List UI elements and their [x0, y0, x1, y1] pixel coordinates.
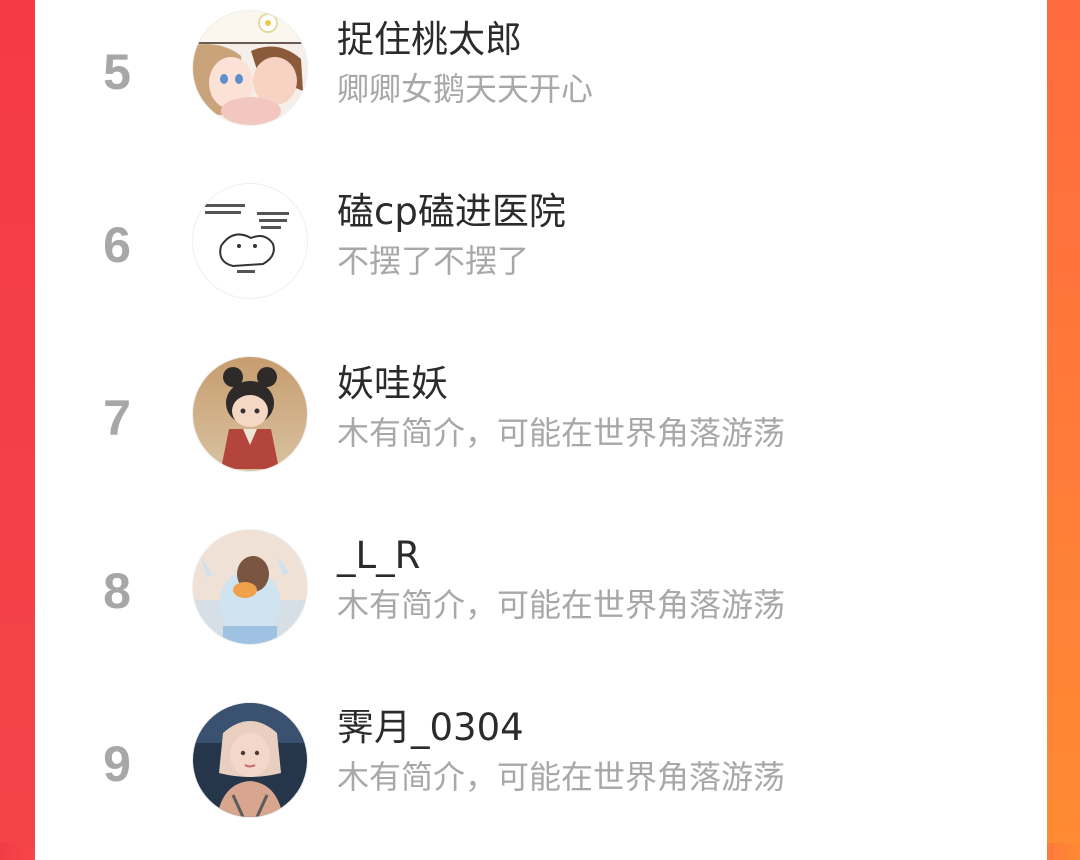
rank-number: 8: [103, 563, 131, 619]
rank-number: 7: [103, 390, 131, 446]
user-bio: 木有简介，可能在世界角落游荡: [337, 586, 786, 624]
cartoon-girl-avatar-icon[interactable]: [193, 357, 307, 471]
ranking-row[interactable]: 7 妖哇妖 木有简介，可能在世界角落游荡: [35, 344, 1047, 516]
rank-number: 6: [103, 217, 131, 273]
ranking-row[interactable]: 6 磕cp磕进医院 不摆了不摆了: [35, 172, 1047, 344]
user-name: 磕cp磕进医院: [337, 190, 566, 233]
rank-number: 9: [103, 736, 131, 792]
rank-number: 5: [103, 44, 131, 100]
user-bio: 木有简介，可能在世界角落游荡: [337, 414, 786, 452]
portrait-photo-avatar-icon[interactable]: [193, 703, 307, 817]
user-name: 霁月_0304: [337, 706, 524, 749]
ranking-row[interactable]: 8 _L_R 木有简介，可能在世界角落游荡: [35, 516, 1047, 688]
anime-couple-avatar-icon[interactable]: [193, 11, 307, 125]
right-gradient-border: [1047, 0, 1080, 843]
meme-bear-avatar-icon[interactable]: [193, 184, 307, 298]
user-bio: 木有简介，可能在世界角落游荡: [337, 758, 786, 796]
user-name: 捉住桃太郎: [337, 18, 522, 61]
user-name: _L_R: [337, 534, 421, 577]
user-bio: 不摆了不摆了: [337, 242, 530, 280]
duck-plush-avatar-icon[interactable]: [193, 530, 307, 644]
ranking-row[interactable]: 5 捉住桃太郎 卿卿女鹅天天开心: [35, 0, 1047, 172]
ranking-row[interactable]: 9 霁月_0304 木有简介，可能在世界角落游荡: [35, 688, 1047, 860]
left-gradient-border: [0, 0, 35, 843]
user-name: 妖哇妖: [337, 362, 448, 405]
ranking-list: 5 捉住桃太郎 卿卿女鹅天天开心 6 磕cp磕进医院 不摆了不摆了 7 妖哇妖 …: [35, 0, 1047, 843]
user-bio: 卿卿女鹅天天开心: [337, 70, 594, 108]
